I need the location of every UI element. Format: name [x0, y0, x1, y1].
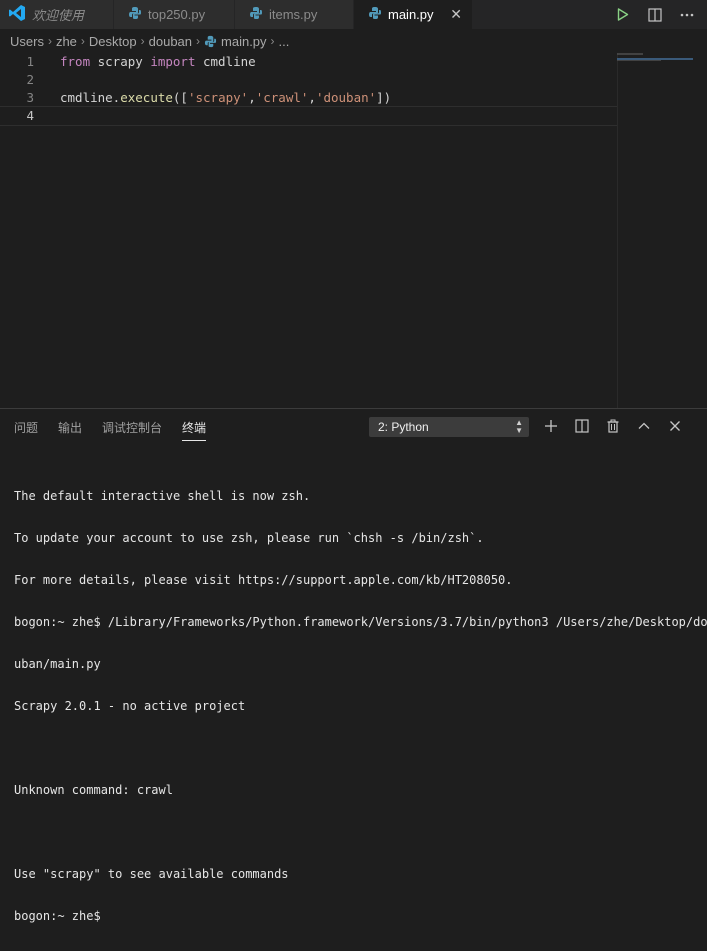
terminal-line: For more details, please visit https://s… — [14, 573, 513, 587]
chevron-right-icon: › — [47, 34, 52, 48]
tab-items[interactable]: items.py — [235, 0, 354, 29]
code-token: cmdline. — [60, 90, 121, 105]
line-code: cmdline.execute(['scrapy','crawl','douba… — [60, 89, 391, 107]
code-token: ([ — [172, 90, 188, 105]
tab-top250[interactable]: top250.py — [114, 0, 235, 29]
breadcrumb-item[interactable]: douban — [149, 34, 192, 49]
code-token: 'douban' — [315, 90, 377, 105]
python-file-icon — [249, 6, 263, 23]
python-file-icon — [368, 6, 382, 23]
terminal-line: Use "scrapy" to see available commands — [14, 867, 289, 881]
more-actions-icon[interactable] — [679, 7, 695, 23]
tab-main[interactable]: main.py ✕ — [354, 0, 473, 29]
code-token: execute — [120, 90, 173, 105]
code-token: 'scrapy' — [187, 90, 249, 105]
line-number: 3 — [26, 90, 34, 105]
chevron-right-icon: › — [196, 34, 201, 48]
trash-icon[interactable] — [605, 418, 621, 434]
code-line[interactable]: 3 cmdline.execute(['scrapy','crawl','dou… — [0, 89, 617, 107]
breadcrumb-item[interactable]: Users — [10, 34, 44, 49]
close-icon[interactable]: ✕ — [450, 6, 462, 23]
terminal-line: bogon:~ zhe$ /Library/Frameworks/Python.… — [14, 615, 707, 629]
editor-divider — [617, 53, 618, 408]
chevron-right-icon: › — [140, 34, 145, 48]
code-editor[interactable]: 1 from scrapy import cmdline 2 3 cmdline… — [0, 53, 707, 408]
tab-debug-console[interactable]: 调试控制台 — [102, 419, 162, 441]
terminal-line: Scrapy 2.0.1 - no active project — [14, 699, 246, 713]
code-token: , — [248, 90, 256, 105]
python-file-icon — [128, 6, 142, 23]
tab-items-label: items.py — [269, 7, 318, 22]
terminal-line: uban/main.py — [14, 657, 101, 671]
line-number: 1 — [26, 54, 34, 69]
terminal-output[interactable]: The default interactive shell is now zsh… — [14, 461, 707, 951]
tab-problems[interactable]: 问题 — [14, 419, 38, 441]
split-editor-icon[interactable] — [647, 7, 663, 23]
add-terminal-icon[interactable] — [543, 418, 559, 434]
tab-welcome[interactable]: 欢迎使用 — [0, 0, 114, 29]
line-number: 4 — [26, 108, 34, 123]
tab-terminal[interactable]: 终端 — [182, 419, 207, 441]
tab-output[interactable]: 输出 — [58, 419, 82, 441]
run-icon[interactable] — [615, 7, 631, 23]
line-code: from scrapy import cmdline — [60, 53, 256, 71]
terminal-select-value: 2: Python — [378, 420, 429, 434]
code-line[interactable]: 1 from scrapy import cmdline — [0, 53, 617, 71]
breadcrumb-item[interactable]: main.py — [221, 34, 267, 49]
tab-main-label: main.py — [388, 7, 434, 22]
split-terminal-icon[interactable] — [574, 418, 590, 434]
breadcrumb-item[interactable]: zhe — [56, 34, 77, 49]
minimap-line — [617, 53, 643, 55]
code-token: from — [60, 54, 91, 69]
panel-tabs: 问题 输出 调试控制台 终端 — [14, 419, 207, 441]
bottom-panel: 问题 输出 调试控制台 终端 2: Python ▲ ▼ The default … — [0, 408, 707, 923]
breadcrumb: Users › zhe › Desktop › douban › main.py… — [0, 29, 707, 53]
code-token: 'crawl' — [255, 90, 309, 105]
python-file-icon — [204, 35, 217, 48]
code-line[interactable]: 2 — [0, 71, 617, 89]
code-token: scrapy — [90, 54, 151, 69]
code-token: ]) — [376, 90, 392, 105]
code-token: cmdline — [195, 54, 256, 69]
close-icon[interactable] — [667, 418, 683, 434]
terminal-line: The default interactive shell is now zsh… — [14, 489, 311, 503]
chevron-right-icon: › — [80, 34, 85, 48]
line-number: 2 — [26, 72, 34, 87]
terminal-line: Unknown command: crawl — [14, 783, 173, 797]
tab-top250-label: top250.py — [148, 7, 206, 22]
minimap-slider[interactable] — [617, 58, 693, 60]
terminal-select[interactable]: 2: Python ▲ ▼ — [369, 417, 529, 437]
updown-arrows-icon: ▲ ▼ — [515, 418, 523, 435]
code-line-current[interactable]: 4 — [0, 106, 617, 126]
terminal-line: To update your account to use zsh, pleas… — [14, 531, 484, 545]
chevron-up-icon[interactable] — [636, 418, 652, 434]
code-token: , — [308, 90, 316, 105]
code-token: import — [150, 54, 196, 69]
vscode-logo-icon — [8, 4, 26, 25]
editor-actions — [615, 0, 707, 29]
panel-actions — [543, 418, 683, 434]
tab-welcome-label: 欢迎使用 — [32, 8, 85, 23]
editor-tab-bar: 欢迎使用 top250.py items.py main.py ✕ — [0, 0, 707, 29]
chevron-right-icon: › — [270, 34, 275, 48]
breadcrumb-item[interactable]: Desktop — [89, 34, 137, 49]
terminal-prompt[interactable]: bogon:~ zhe$ — [14, 909, 704, 923]
breadcrumb-item[interactable]: ... — [279, 34, 290, 49]
